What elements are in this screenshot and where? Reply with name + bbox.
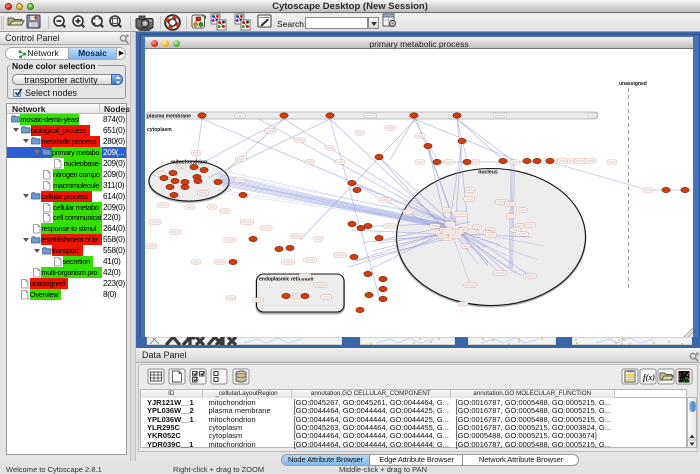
svg-text:mitochondrion: mitochondrion bbox=[171, 160, 207, 166]
svg-text:plasma membrane: plasma membrane bbox=[147, 114, 191, 120]
svg-text:cytoplasm: cytoplasm bbox=[147, 127, 172, 133]
svg-text:f(x): f(x) bbox=[643, 373, 655, 382]
svg-text:unassigned: unassigned bbox=[619, 81, 647, 87]
svg-text:nucleus: nucleus bbox=[478, 170, 498, 176]
